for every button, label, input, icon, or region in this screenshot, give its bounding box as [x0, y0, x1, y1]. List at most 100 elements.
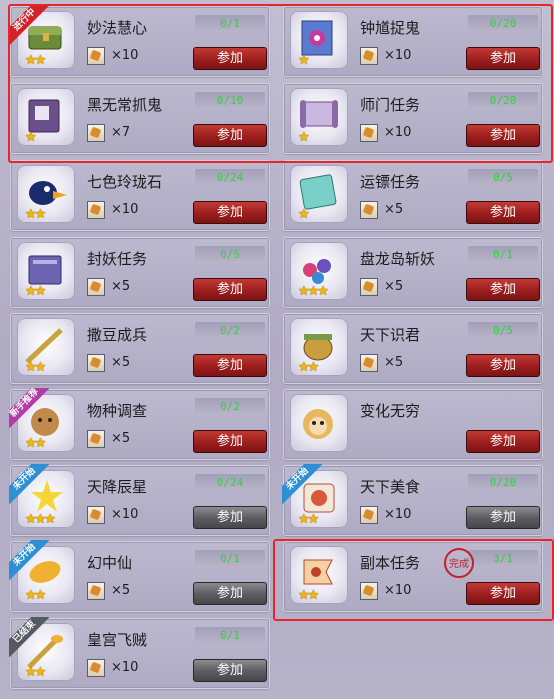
quest-card-fengyao: ★★ 封妖任务 0/5 ×5 参加: [10, 237, 270, 308]
quest-icon-sadou: ★★: [17, 318, 75, 376]
difficulty-stars: ★★: [298, 512, 319, 527]
progress-counter: 3/1: [468, 550, 538, 567]
quest-icon-shimen: ★: [290, 88, 348, 146]
quest-name: 运镖任务: [360, 173, 421, 191]
quest-icon-bianhua: [290, 394, 348, 452]
progress-counter: 0/24: [195, 169, 265, 186]
reward-quantity: ×5: [384, 202, 404, 217]
reward-quantity: ×10: [111, 507, 139, 522]
reward-quantity: ×5: [384, 355, 404, 370]
reward-scroll-icon: [360, 278, 378, 296]
join-button-shimen[interactable]: 参加: [466, 124, 540, 147]
reward-scroll-icon: [87, 201, 105, 219]
quest-card-huanzhong: ★★ 未开始 幻中仙 0/1 ×5 参加: [9, 540, 270, 612]
reward-quantity: ×5: [111, 355, 131, 370]
quest-card-sadou: ★★ 撒豆成兵 0/2 ×5 参加: [10, 313, 270, 384]
quest-name: 物种调查: [87, 402, 148, 420]
status-tag-new: 新手推荐: [9, 388, 49, 428]
difficulty-stars: ★★: [25, 284, 46, 299]
difficulty-stars: ★★: [25, 207, 46, 222]
reward-quantity: ×10: [111, 202, 139, 217]
difficulty-stars: ★★★: [25, 512, 56, 527]
quest-card-yunbiao: ★ 运镖任务 0/5 ×5 参加: [283, 160, 543, 231]
quest-icon-fuben: ★★: [290, 546, 348, 604]
quest-card-shimen: ★ 师门任务 0/20 ×10 参加: [283, 83, 543, 154]
join-button-fuben[interactable]: 参加: [466, 582, 540, 605]
reward-scroll-icon: [360, 124, 378, 142]
difficulty-stars: ★★★: [298, 284, 329, 299]
join-button-bianhua[interactable]: 参加: [466, 430, 540, 453]
join-button-panlong[interactable]: 参加: [466, 278, 540, 301]
join-button-huanggong[interactable]: 参加: [193, 659, 267, 682]
quest-icon-tianxiashijun: ★★: [290, 318, 348, 376]
reward-quantity: ×5: [384, 279, 404, 294]
status-tag-notyet: 未开始: [282, 464, 322, 504]
reward-scroll-icon: [87, 659, 105, 677]
quest-name: 封妖任务: [87, 250, 148, 268]
reward-quantity: ×10: [384, 48, 412, 63]
progress-counter: 0/20: [468, 474, 538, 491]
quest-icon-zhongkui: ★: [290, 11, 348, 69]
progress-counter: 0/20: [468, 92, 538, 109]
quest-name: 七色玲珑石: [87, 173, 163, 191]
status-tag-notyet: 未开始: [9, 464, 49, 504]
quest-icon-panlong: ★★★: [290, 242, 348, 300]
quest-name: 撒豆成兵: [87, 326, 148, 344]
join-button-zhongkui[interactable]: 参加: [466, 47, 540, 70]
quest-name: 天下识君: [360, 326, 421, 344]
svg-text:完成: 完成: [449, 557, 469, 570]
reward-quantity: ×10: [384, 583, 412, 598]
completed-seal-icon: 完成: [442, 546, 476, 580]
quest-name: 变化无穷: [360, 402, 421, 420]
reward-scroll-icon: [360, 506, 378, 524]
status-tag-active: 进行中: [9, 5, 49, 45]
difficulty-stars: ★★: [25, 53, 46, 68]
difficulty-stars: ★★: [298, 360, 319, 375]
difficulty-stars: ★★: [298, 588, 319, 603]
quest-name: 妙法慧心: [87, 19, 148, 37]
quest-name: 盘龙岛斩妖: [360, 250, 436, 268]
join-button-miaofa[interactable]: 参加: [193, 47, 267, 70]
reward-scroll-icon: [87, 506, 105, 524]
quest-card-wuzhong: ★★ 新手推荐 物种调查 0/2 ×5 参加: [9, 388, 270, 460]
quest-card-miaofa: ★★ 进行中 妙法慧心 0/1 ×10 参加: [9, 5, 270, 77]
join-button-meishi[interactable]: 参加: [466, 506, 540, 529]
reward-quantity: ×10: [111, 48, 139, 63]
difficulty-stars: ★: [25, 130, 37, 145]
quest-name: 天下美食: [360, 478, 421, 496]
difficulty-stars: ★★: [25, 360, 46, 375]
quest-card-heiwuchang: ★ 黑无常抓鬼 0/10 ×7 参加: [10, 83, 270, 154]
quest-icon-yunbiao: ★: [290, 165, 348, 223]
join-button-tianxiashijun[interactable]: 参加: [466, 354, 540, 377]
quest-name: 皇宫飞贼: [87, 631, 148, 649]
reward-scroll-icon: [360, 201, 378, 219]
join-button-sadou[interactable]: 参加: [193, 354, 267, 377]
reward-scroll-icon: [87, 124, 105, 142]
reward-scroll-icon: [360, 354, 378, 372]
difficulty-stars: ★: [298, 207, 310, 222]
join-button-heiwuchang[interactable]: 参加: [193, 124, 267, 147]
progress-counter: 0/5: [195, 246, 265, 263]
progress-counter: 0/1: [195, 627, 265, 644]
reward-quantity: ×10: [111, 660, 139, 675]
quest-card-qise: ★★ 七色玲珑石 0/24 ×10 参加: [10, 160, 270, 231]
reward-quantity: ×5: [111, 583, 131, 598]
quest-card-huanggong: ★★ 已结束 皇宫飞贼 0/1 ×10 参加: [9, 617, 270, 689]
join-button-yunbiao[interactable]: 参加: [466, 201, 540, 224]
quest-name: 师门任务: [360, 96, 421, 114]
join-button-fengyao[interactable]: 参加: [193, 278, 267, 301]
quest-card-tianxiashijun: ★★ 天下识君 0/5 ×5 参加: [283, 313, 543, 384]
join-button-wuzhong[interactable]: 参加: [193, 430, 267, 453]
reward-scroll-icon: [87, 278, 105, 296]
reward-quantity: ×7: [111, 125, 131, 140]
reward-scroll-icon: [87, 47, 105, 65]
progress-counter: 0/24: [195, 474, 265, 491]
join-button-huanzhong[interactable]: 参加: [193, 582, 267, 605]
quest-name: 黑无常抓鬼: [87, 96, 163, 114]
progress-counter: 0/5: [468, 169, 538, 186]
join-button-tianjiang[interactable]: 参加: [193, 506, 267, 529]
join-button-qise[interactable]: 参加: [193, 201, 267, 224]
quest-name: 副本任务: [360, 554, 421, 572]
difficulty-stars: ★★: [25, 588, 46, 603]
status-tag-ended: 已结束: [9, 617, 49, 657]
